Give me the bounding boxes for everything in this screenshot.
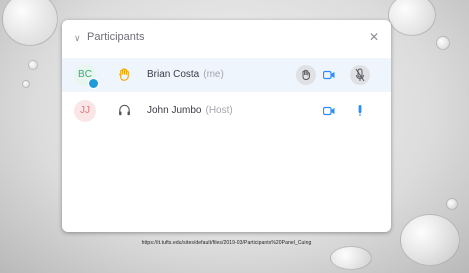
hand-icon	[118, 68, 129, 81]
video-camera-icon[interactable]	[323, 70, 335, 80]
raise-hand-icon	[302, 69, 310, 80]
avatar: JJ	[74, 100, 96, 122]
water-drop	[400, 214, 460, 266]
close-icon[interactable]: ✕	[369, 30, 379, 44]
water-drop	[388, 0, 436, 36]
water-drop	[436, 36, 450, 50]
participant-row[interactable]: BC Brian Costa (me)	[62, 58, 391, 92]
panel-title: Participants	[87, 31, 145, 43]
participant-name: John Jumbo (Host)	[147, 105, 233, 116]
mute-toggle-button[interactable]	[350, 65, 370, 85]
water-drop	[22, 80, 30, 88]
water-drop	[2, 0, 58, 46]
participant-name-text: John Jumbo	[147, 105, 202, 116]
water-drop	[330, 246, 372, 270]
participant-name: Brian Costa (me)	[147, 69, 224, 80]
panel-header: ∨ Participants ✕	[62, 20, 391, 56]
status-badge	[88, 78, 99, 89]
chevron-down-icon[interactable]: ∨	[74, 33, 81, 44]
raise-hand-button[interactable]	[296, 65, 316, 85]
participant-row[interactable]: JJ John Jumbo (Host)	[62, 94, 391, 128]
participant-name-text: Brian Costa	[147, 69, 200, 80]
video-camera-icon[interactable]	[323, 106, 335, 116]
water-drop	[28, 60, 38, 70]
participant-role: (Host)	[205, 105, 233, 116]
participant-role: (me)	[203, 69, 224, 80]
source-caption: https://it.tufts.edu/sites/default/files…	[141, 240, 312, 246]
microphone-icon[interactable]	[354, 103, 366, 119]
water-drop	[446, 198, 458, 210]
muted-microphone-icon	[355, 68, 365, 82]
headset-icon	[119, 104, 130, 116]
participants-panel: ∨ Participants ✕ BC Brian Costa (me) JJ …	[62, 20, 391, 232]
